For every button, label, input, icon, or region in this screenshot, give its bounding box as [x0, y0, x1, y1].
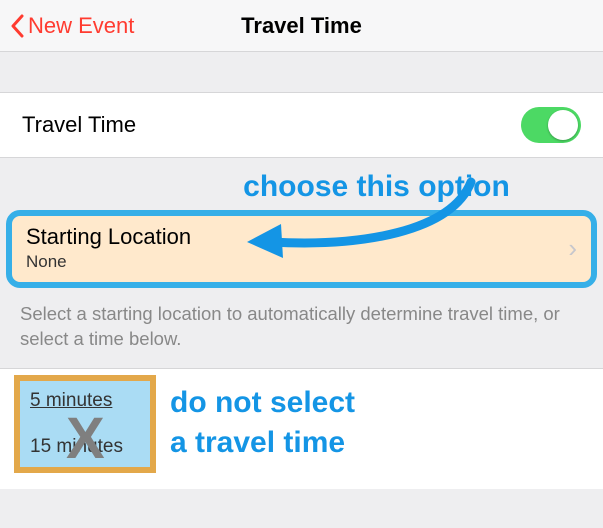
annotation-line2: a travel time	[170, 423, 355, 464]
time-options-section: 5 minutes 15 minutes X do not select a t…	[0, 369, 603, 489]
travel-time-toggle[interactable]	[521, 107, 581, 143]
starting-location-value: None	[26, 252, 191, 272]
annotation-x-mark: X	[66, 405, 105, 472]
nav-bar: New Event Travel Time	[0, 0, 603, 52]
travel-time-label: Travel Time	[22, 112, 136, 138]
starting-location-label: Starting Location	[26, 224, 191, 250]
spacer	[0, 52, 603, 92]
annotation-x-box: 5 minutes 15 minutes X	[14, 375, 156, 473]
back-button[interactable]: New Event	[0, 13, 134, 39]
back-label: New Event	[28, 13, 134, 39]
annotation-do-not-select: do not select a travel time	[170, 383, 355, 464]
chevron-right-icon: ›	[568, 233, 577, 264]
annotation-line1: do not select	[170, 383, 355, 424]
starting-location-row[interactable]: Starting Location None ›	[6, 210, 597, 288]
helper-text: Select a starting location to automatica…	[0, 288, 603, 368]
travel-time-row: Travel Time	[0, 92, 603, 158]
annotation-choose: choose this option	[150, 170, 603, 204]
chevron-left-icon	[10, 14, 24, 38]
